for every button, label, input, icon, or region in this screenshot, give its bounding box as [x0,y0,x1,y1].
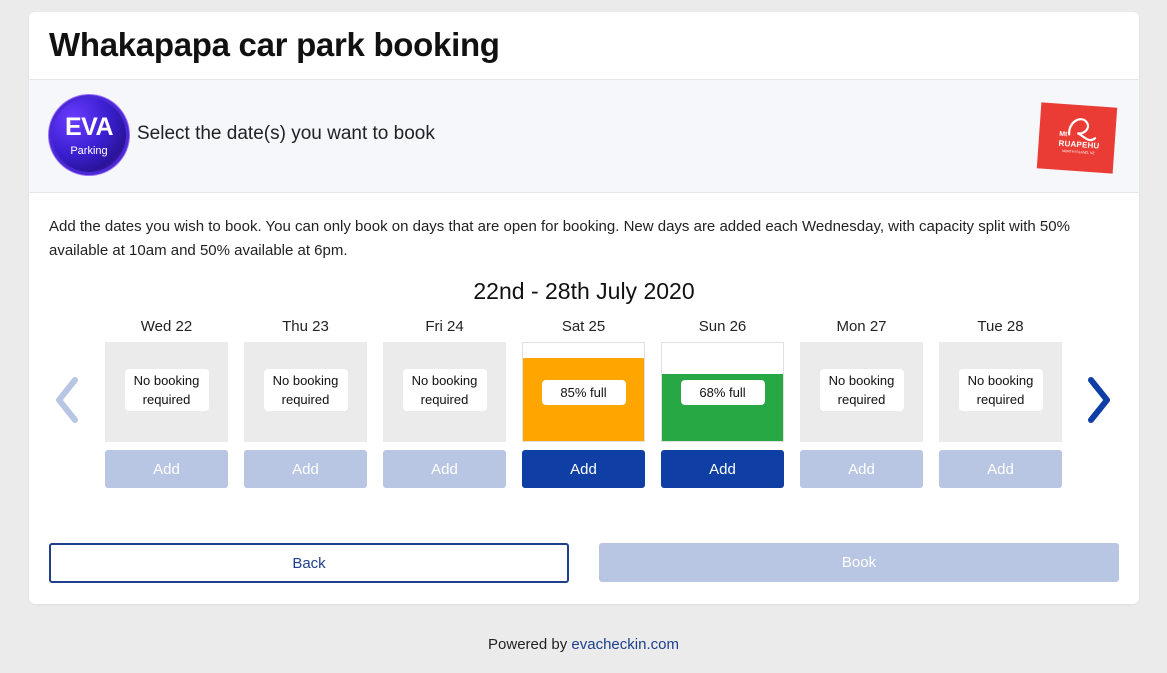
add-day-button[interactable]: Add [800,450,923,488]
booking-card: Whakapapa car park booking EVA Parking S… [29,12,1139,604]
add-day-button[interactable]: Add [939,450,1062,488]
back-button[interactable]: Back [49,543,569,583]
next-week-button[interactable] [1083,376,1115,424]
day-label: Tue 28 [977,318,1024,335]
eva-logo-word: EVA [64,113,114,141]
day-capacity-box: No booking required [939,342,1062,442]
day-label: Thu 23 [282,318,329,335]
page-title: Whakapapa car park booking [49,26,500,63]
day-capacity-box: 85% full [522,342,645,442]
capacity-status: 85% full [541,380,626,405]
add-day-button[interactable]: Add [105,450,228,488]
day-capacity-box: No booking required [800,342,923,442]
week-title: 22nd - 28th July 2020 [473,278,695,304]
chevron-left-icon [56,377,78,423]
day-capacity-box: No booking required [105,342,228,442]
day-label: Wed 22 [140,318,193,335]
add-day-button[interactable]: Add [522,450,645,488]
instruction-banner: EVA Parking Select the date(s) you want … [29,80,1139,193]
chevron-right-icon [1088,377,1110,423]
mt-ruapehu-swirl-icon [1068,118,1097,142]
no-booking-status: No booking required [263,369,348,411]
day-capacity-box: No booking required [383,342,506,442]
footer: Powered by evacheckin.com [0,636,1167,653]
card-header: Whakapapa car park booking [29,12,1139,80]
day-label: Sun 26 [698,318,747,335]
no-booking-status: No booking required [819,369,904,411]
intro-text: Add the dates you wish to book. You can … [49,218,1070,259]
day-label: Fri 24 [425,318,464,335]
mt-ruapehu-logo: Mt RUAPEHU NORTH ISLAND, NZ [1036,102,1118,174]
book-button[interactable]: Book [599,543,1119,582]
banner-text: Select the date(s) you want to book [137,123,435,144]
no-booking-status: No booking required [402,369,487,411]
prev-week-button[interactable] [51,376,83,424]
no-booking-status: No booking required [958,369,1043,411]
add-day-button[interactable]: Add [244,450,367,488]
day-capacity-box: 68% full [661,342,784,442]
evacheckin-link[interactable]: evacheckin.com [571,636,679,653]
day-label: Sat 25 [561,318,606,335]
mt-logo-top: Mt [1058,130,1068,139]
capacity-status: 68% full [680,380,765,405]
footer-prefix: Powered by [488,636,572,653]
no-booking-status: No booking required [124,369,209,411]
add-day-button[interactable]: Add [383,450,506,488]
eva-parking-logo: EVA Parking [49,95,129,175]
eva-logo-sub: Parking [70,145,108,157]
day-capacity-box: No booking required [244,342,367,442]
add-day-button[interactable]: Add [661,450,784,488]
day-label: Mon 27 [836,318,887,335]
